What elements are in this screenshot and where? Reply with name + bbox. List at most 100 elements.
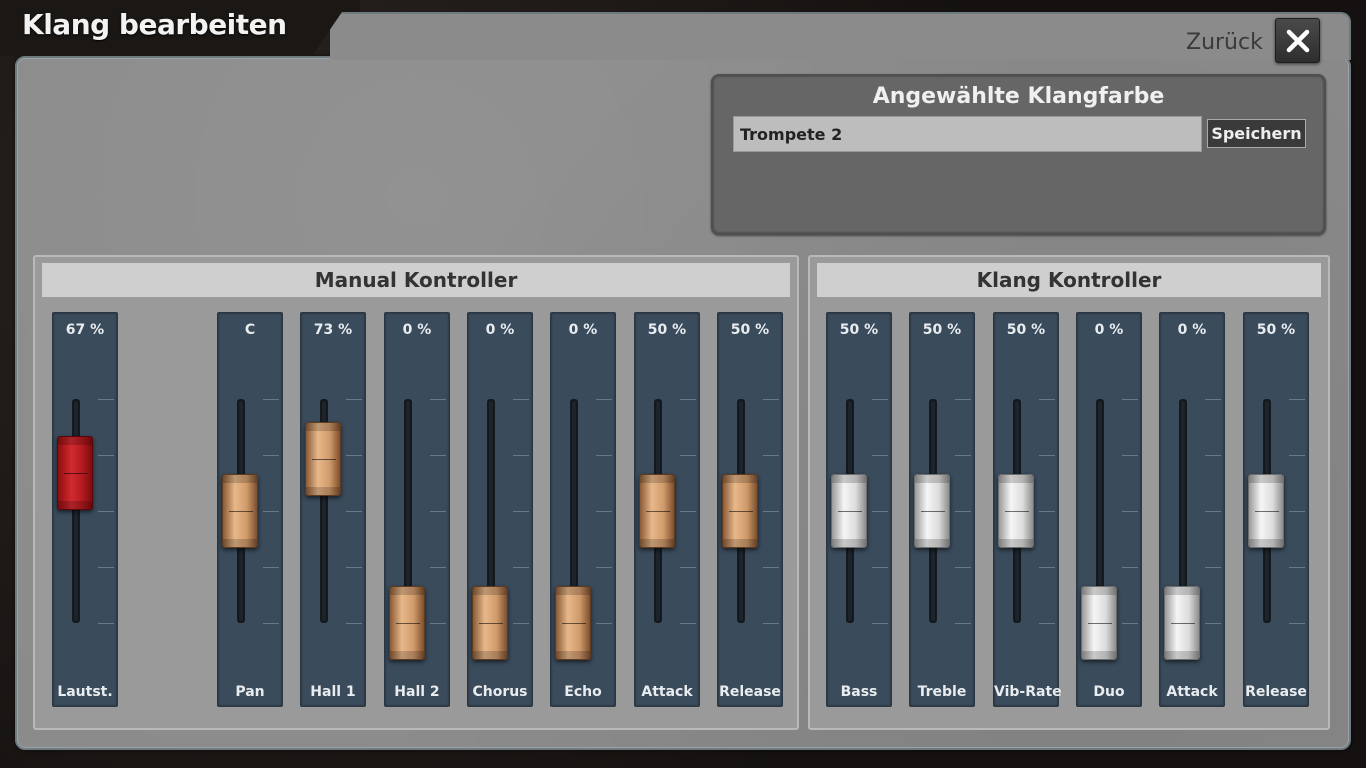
fader-release-sound[interactable]: 50 % Release <box>1243 312 1309 707</box>
fader-tick <box>596 511 612 512</box>
fader-duo[interactable]: 0 % Duo <box>1076 312 1142 707</box>
fader-tick <box>263 511 279 512</box>
close-button[interactable] <box>1275 18 1320 63</box>
fader-tick <box>513 455 529 456</box>
fader-tick <box>346 623 362 624</box>
fader-tick <box>513 511 529 512</box>
knob-cap-top <box>640 475 674 483</box>
fader-value: 50 % <box>922 322 962 338</box>
fader-tick <box>1205 567 1221 568</box>
fader-value: 0 % <box>1177 322 1207 338</box>
fader-tick <box>346 567 362 568</box>
fader-value: 0 % <box>568 322 598 338</box>
fader-label: Bass <box>840 684 878 700</box>
fader-knob[interactable] <box>831 474 867 548</box>
fader-value: 0 % <box>402 322 432 338</box>
fader-tick <box>263 399 279 400</box>
fader-tick <box>1039 511 1055 512</box>
knob-line <box>1255 511 1279 512</box>
fader-tick <box>1289 455 1305 456</box>
fader-tick <box>346 399 362 400</box>
fader-tick <box>1122 511 1138 512</box>
fader-echo[interactable]: 0 % Echo <box>550 312 616 707</box>
fader-value: 50 % <box>1256 322 1296 338</box>
fader-tick <box>1122 567 1138 568</box>
fader-track[interactable] <box>72 399 80 623</box>
fader-tick <box>430 455 446 456</box>
fader-release-manual[interactable]: 50 % Release <box>717 312 783 707</box>
knob-cap-bot <box>640 539 674 547</box>
knob-line <box>562 623 586 624</box>
fader-knob[interactable] <box>639 474 675 548</box>
knob-cap-bot <box>832 539 866 547</box>
knob-line <box>729 511 753 512</box>
fader-tick <box>98 455 114 456</box>
fader-knob[interactable] <box>305 422 341 496</box>
fader-hall-2[interactable]: 0 % Hall 2 <box>384 312 450 707</box>
fader-tick <box>955 511 971 512</box>
fader-tick <box>596 455 612 456</box>
fader-bass[interactable]: 50 % Bass <box>826 312 892 707</box>
selected-sound-panel: Angewählte Klangfarbe Trompete 2 Speiche… <box>711 74 1326 235</box>
fader-tick <box>98 567 114 568</box>
fader-knob[interactable] <box>1081 586 1117 660</box>
fader-hall-1[interactable]: 73 % Hall 1 <box>300 312 366 707</box>
save-button[interactable]: Speichern <box>1207 119 1306 148</box>
sound-controller-title: Klang Kontroller <box>817 263 1321 297</box>
fader-chorus[interactable]: 0 % Chorus <box>467 312 533 707</box>
fader-attack-sound[interactable]: 0 % Attack <box>1159 312 1225 707</box>
fader-tick <box>513 623 529 624</box>
knob-cap-bot <box>306 487 340 495</box>
fader-treble[interactable]: 50 % Treble <box>909 312 975 707</box>
fader-tick <box>1039 623 1055 624</box>
fader-tick <box>872 567 888 568</box>
knob-line <box>921 511 945 512</box>
knob-cap-bot <box>473 651 507 659</box>
fader-knob[interactable] <box>57 436 93 510</box>
fader-volume[interactable]: 67 % Lautst. <box>52 312 118 707</box>
fader-tick <box>596 567 612 568</box>
fader-label: Echo <box>564 684 602 700</box>
fader-knob[interactable] <box>1248 474 1284 548</box>
fader-knob[interactable] <box>722 474 758 548</box>
fader-value: 50 % <box>730 322 770 338</box>
knob-cap-top <box>723 475 757 483</box>
back-label[interactable]: Zurück <box>1186 30 1263 55</box>
fader-tick <box>263 455 279 456</box>
fader-tick <box>596 623 612 624</box>
fader-tick <box>1122 623 1138 624</box>
knob-cap-top <box>832 475 866 483</box>
fader-knob[interactable] <box>1164 586 1200 660</box>
close-icon <box>1286 29 1309 52</box>
fader-tick <box>872 511 888 512</box>
fader-knob[interactable] <box>998 474 1034 548</box>
knob-line <box>396 623 420 624</box>
fader-knob[interactable] <box>914 474 950 548</box>
fader-label: Attack <box>641 684 693 700</box>
fader-knob[interactable] <box>389 586 425 660</box>
fader-knob[interactable] <box>472 586 508 660</box>
fader-knob[interactable] <box>222 474 258 548</box>
knob-cap-bot <box>58 501 92 509</box>
fader-vib-rate[interactable]: 50 % Vib-Rate <box>993 312 1062 707</box>
knob-line <box>838 511 862 512</box>
knob-cap-bot <box>1249 539 1283 547</box>
fader-tick <box>763 567 779 568</box>
fader-tick <box>1205 623 1221 624</box>
fader-value: 50 % <box>839 322 879 338</box>
knob-cap-bot <box>1082 651 1116 659</box>
fader-tick <box>98 511 114 512</box>
fader-tick <box>1039 567 1055 568</box>
fader-tick <box>680 623 696 624</box>
fader-tick <box>763 455 779 456</box>
fader-attack-manual[interactable]: 50 % Attack <box>634 312 700 707</box>
fader-knob[interactable] <box>555 586 591 660</box>
fader-tick <box>1039 399 1055 400</box>
fader-tick <box>1205 399 1221 400</box>
fader-pan[interactable]: C Pan <box>217 312 283 707</box>
sound-name-field[interactable]: Trompete 2 <box>733 116 1202 152</box>
fader-tick <box>98 399 114 400</box>
fader-tick <box>763 511 779 512</box>
fader-label: Vib-Rate <box>994 684 1062 700</box>
knob-line <box>64 473 88 474</box>
